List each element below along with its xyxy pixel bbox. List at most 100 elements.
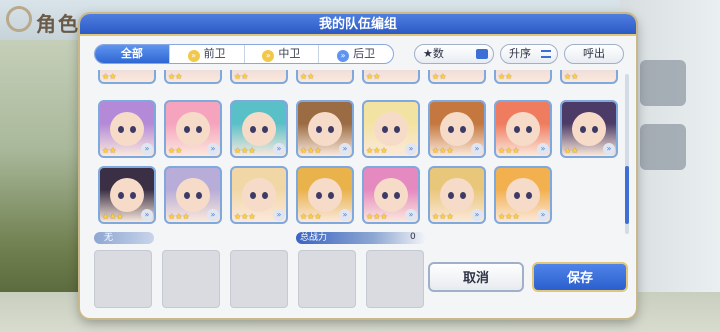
character-card[interactable]: ★★★ » (230, 100, 288, 158)
position-icon: » (273, 143, 285, 155)
character-portrait (110, 178, 144, 212)
sort-toggle-icon (476, 49, 488, 59)
character-portrait (242, 112, 276, 146)
tab-front[interactable]: » 前卫 (170, 45, 245, 63)
character-portrait (176, 112, 210, 146)
tab-middle[interactable]: » 中卫 (245, 45, 320, 63)
tab-label: 前卫 (203, 47, 226, 60)
star-rating: ★★★ (102, 212, 124, 221)
position-icon: » (273, 209, 285, 221)
character-card[interactable]: ★★ » (164, 100, 222, 158)
position-filter-tabs: 全部 » 前卫 » 中卫 » 后卫 (94, 44, 394, 64)
position-icon: » (207, 143, 219, 155)
portrait-eye (592, 126, 598, 133)
tab-back[interactable]: » 后卫 (319, 45, 393, 63)
position-icon: » (187, 50, 200, 62)
star-rating: ★★ (168, 146, 183, 155)
scroll-thumb[interactable] (625, 166, 629, 224)
star-rating: ★★★ (366, 146, 388, 155)
character-portrait (506, 112, 540, 146)
position-icon: » (471, 209, 483, 221)
star-rating: ★★★ (366, 212, 388, 221)
team-slot-4[interactable] (298, 250, 356, 308)
portrait-eye (460, 192, 466, 199)
character-card[interactable]: ★★★ » (494, 166, 552, 224)
character-card[interactable]: ★★★ » (362, 100, 420, 158)
character-card[interactable]: ★★★ » (230, 166, 288, 224)
star-rating: ★★★ (432, 146, 454, 155)
character-card[interactable]: ★★ (560, 70, 618, 84)
tab-all[interactable]: 全部 (95, 45, 170, 63)
character-card[interactable]: ★★ (494, 70, 552, 84)
sort-order-label: 升序 (509, 47, 531, 60)
position-icon: » (537, 209, 549, 221)
character-portrait (176, 178, 210, 212)
portrait-eye (250, 192, 256, 199)
tab-label: 中卫 (278, 47, 301, 60)
sort-stat-label: ★数 (423, 47, 444, 60)
team-slot-5[interactable] (366, 250, 424, 308)
roster-scrollbar[interactable] (625, 74, 629, 234)
position-icon: » (405, 209, 417, 221)
game-screen-title: 角色 (36, 12, 80, 36)
position-icon: » (339, 209, 351, 221)
portrait-eye (580, 126, 586, 133)
star-rating: ★★ (564, 72, 579, 81)
character-card[interactable]: ★★★ » (428, 166, 486, 224)
portrait-eye (514, 126, 520, 133)
portrait-eye (118, 126, 124, 133)
character-card[interactable]: ★★★ » (98, 166, 156, 224)
character-card[interactable]: ★★ (164, 70, 222, 84)
star-rating: ★★★ (432, 212, 454, 221)
position-icon: » (262, 50, 275, 62)
portrait-eye (316, 126, 322, 133)
team-slot-3[interactable] (230, 250, 288, 308)
character-card[interactable]: ★★★ » (296, 166, 354, 224)
character-card[interactable]: ★★ (296, 70, 354, 84)
summon-button[interactable]: 呼出 (564, 44, 624, 64)
cancel-button[interactable]: 取消 (428, 262, 524, 292)
team-edit-dialog: 我的队伍编组 全部 » 前卫 » 中卫 » 后卫 ★数 升序 呼出 ★★» ★★» ★★★… (80, 14, 636, 318)
team-slot-1[interactable] (94, 250, 152, 308)
character-portrait (572, 112, 606, 146)
character-card[interactable]: ★★★ » (164, 166, 222, 224)
star-rating: ★★★ (234, 146, 256, 155)
star-rating: ★★ (432, 72, 447, 81)
character-card[interactable]: ★★ » (98, 100, 156, 158)
team-slot-label: 无 (94, 232, 154, 244)
star-rating: ★★★ (498, 146, 520, 155)
portrait-eye (382, 192, 388, 199)
character-portrait (440, 178, 474, 212)
star-rating: ★★ (102, 72, 117, 81)
star-rating: ★★ (564, 146, 579, 155)
position-icon: » (471, 143, 483, 155)
character-card[interactable]: ★★ (230, 70, 288, 84)
tab-label: 后卫 (353, 47, 376, 60)
position-icon: » (537, 143, 549, 155)
character-portrait (308, 112, 342, 146)
portrait-eye (316, 192, 322, 199)
character-card[interactable]: ★★★ » (362, 166, 420, 224)
character-card[interactable]: ★★★ » (428, 100, 486, 158)
background-tile (640, 60, 686, 106)
star-rating: ★★★ (300, 146, 322, 155)
team-slot-2[interactable] (162, 250, 220, 308)
character-portrait (374, 178, 408, 212)
character-card[interactable]: ★★ (98, 70, 156, 84)
character-portrait (242, 178, 276, 212)
character-card[interactable]: ★★ (428, 70, 486, 84)
star-rating: ★★★ (168, 212, 190, 221)
position-icon: » (603, 143, 615, 155)
sort-by-stars-button[interactable]: ★数 (414, 44, 494, 64)
save-button[interactable]: 保存 (532, 262, 628, 292)
character-card[interactable]: ★★ (362, 70, 420, 84)
character-card[interactable]: ★★★ » (296, 100, 354, 158)
star-rating: ★★ (498, 72, 513, 81)
dialog-title: 我的队伍编组 (80, 14, 636, 36)
star-rating: ★★ (168, 72, 183, 81)
sort-order-button[interactable]: 升序 (500, 44, 558, 64)
background-tile (640, 124, 686, 170)
character-card[interactable]: ★★ » (560, 100, 618, 158)
position-icon: » (339, 143, 351, 155)
character-card[interactable]: ★★★ » (494, 100, 552, 158)
